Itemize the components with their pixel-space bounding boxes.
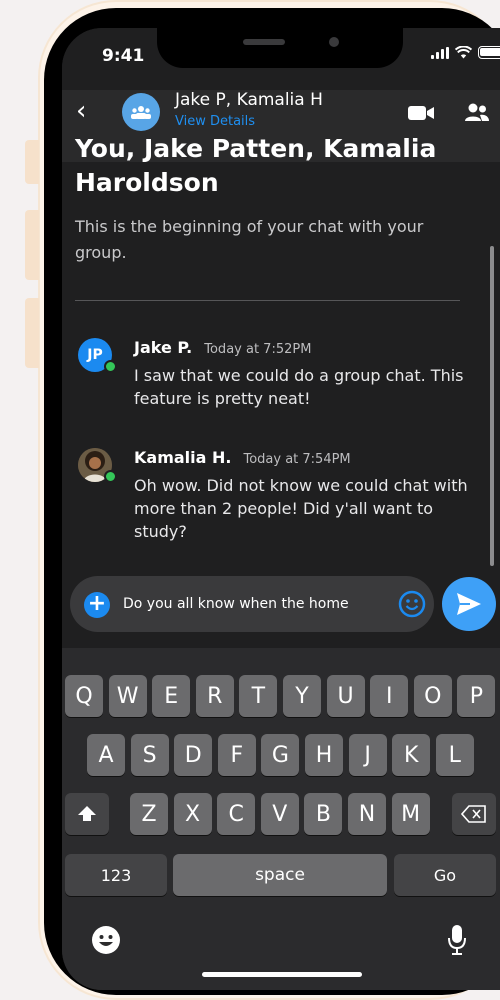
home-indicator[interactable] xyxy=(202,972,362,977)
add-attachment-icon[interactable]: + xyxy=(84,592,110,618)
message-text: Oh wow. Did not know we could chat with … xyxy=(134,476,468,541)
chevron-left-icon[interactable]: ‹ xyxy=(76,98,86,124)
key-d[interactable]: D xyxy=(174,734,213,776)
key-b[interactable]: B xyxy=(304,793,343,835)
key-y[interactable]: Y xyxy=(283,675,321,717)
status-time: 9:41 xyxy=(102,46,145,66)
phone-screen: 9:41 ‹ Jake P, Kamalia H View Details Yo… xyxy=(62,28,500,990)
key-k[interactable]: K xyxy=(392,734,431,776)
sender-name: Jake P. xyxy=(134,338,193,357)
keyboard: QWERTYUIOP ASDFGHJKL ZXCVBNM 123 space G… xyxy=(62,648,500,990)
battery-icon xyxy=(478,46,500,59)
chat-intro-title: You, Jake Patten, Kamalia Haroldson xyxy=(75,134,437,197)
shift-arrow-icon xyxy=(78,806,96,821)
group-avatar[interactable] xyxy=(122,93,160,131)
view-details-link[interactable]: View Details xyxy=(175,114,255,129)
key-o[interactable]: O xyxy=(413,675,452,717)
chat-title: Jake P, Kamalia H xyxy=(175,90,323,110)
status-bar: 9:41 xyxy=(62,28,500,90)
phone-side-button xyxy=(25,298,39,368)
message-text: I saw that we could do a group chat. Thi… xyxy=(134,366,464,408)
message-sender: Kamalia H. Today at 7:54PM xyxy=(134,448,351,467)
microphone-icon[interactable] xyxy=(447,924,467,956)
key-z[interactable]: Z xyxy=(130,793,168,835)
key-e[interactable]: E xyxy=(152,675,191,717)
key-h[interactable]: H xyxy=(305,734,343,776)
chat-intro-text: This is the beginning of your chat with … xyxy=(75,217,424,262)
backspace-key[interactable] xyxy=(452,793,496,835)
online-status-dot xyxy=(104,360,117,373)
key-t[interactable]: T xyxy=(239,675,278,717)
key-q[interactable]: Q xyxy=(65,675,103,717)
key-w[interactable]: W xyxy=(108,675,147,717)
key-x[interactable]: X xyxy=(173,793,212,835)
group-people-icon xyxy=(131,106,151,119)
space-key[interactable]: space xyxy=(173,854,387,896)
status-icons xyxy=(431,46,500,59)
key-s[interactable]: S xyxy=(130,734,169,776)
key-n[interactable]: N xyxy=(348,793,386,835)
camera-icon xyxy=(329,37,339,47)
go-key[interactable]: Go xyxy=(394,854,496,896)
smiley-icon[interactable] xyxy=(398,590,426,618)
message-composer: + xyxy=(70,576,434,632)
notch xyxy=(157,28,403,68)
key-v[interactable]: V xyxy=(260,793,299,835)
phone-side-button xyxy=(25,140,39,184)
key-g[interactable]: G xyxy=(261,734,300,776)
signal-icon xyxy=(431,46,449,59)
sender-name: Kamalia H. xyxy=(134,448,232,467)
divider xyxy=(75,300,460,301)
online-status-dot xyxy=(104,470,117,483)
message-input[interactable] xyxy=(123,589,379,619)
group-members-icon[interactable] xyxy=(464,102,490,122)
backspace-icon xyxy=(461,805,486,823)
phone-side-button xyxy=(25,210,39,280)
wifi-icon xyxy=(455,46,472,59)
key-f[interactable]: F xyxy=(217,734,256,776)
key-u[interactable]: U xyxy=(326,675,365,717)
message-time: Today at 7:52PM xyxy=(204,342,312,357)
shift-key[interactable] xyxy=(65,793,109,835)
key-r[interactable]: R xyxy=(195,675,234,717)
message-time: Today at 7:54PM xyxy=(243,452,351,467)
speaker-icon xyxy=(243,39,285,45)
emoji-keyboard-icon[interactable] xyxy=(90,924,122,956)
key-i[interactable]: I xyxy=(370,675,409,717)
key-l[interactable]: L xyxy=(435,734,474,776)
send-arrow-icon xyxy=(457,593,481,615)
video-call-icon[interactable] xyxy=(407,104,435,122)
scrollbar[interactable] xyxy=(490,246,494,566)
key-m[interactable]: M xyxy=(391,793,430,835)
key-j[interactable]: J xyxy=(348,734,387,776)
message-sender: Jake P. Today at 7:52PM xyxy=(134,338,311,357)
key-a[interactable]: A xyxy=(87,734,125,776)
key-p[interactable]: P xyxy=(457,675,496,717)
key-c[interactable]: C xyxy=(217,793,256,835)
send-button[interactable] xyxy=(442,577,496,631)
numbers-key[interactable]: 123 xyxy=(65,854,167,896)
